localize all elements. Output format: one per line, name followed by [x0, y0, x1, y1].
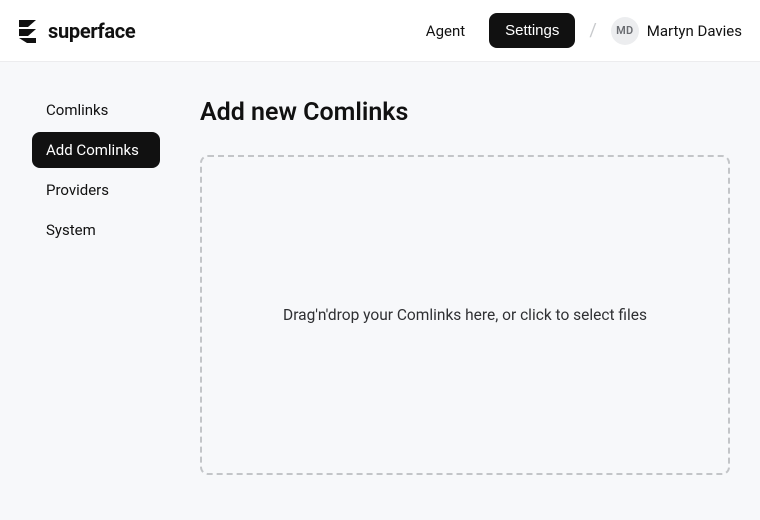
top-header: superface Agent Settings / MD Martyn Dav… [0, 0, 760, 62]
nav-agent[interactable]: Agent [416, 14, 475, 48]
brand-logo-icon [16, 17, 40, 45]
nav-settings[interactable]: Settings [489, 13, 575, 48]
main-content: Add new Comlinks Drag'n'drop your Comlin… [200, 92, 760, 475]
header-right: Agent Settings / MD Martyn Davies [416, 13, 742, 48]
user-menu[interactable]: MD Martyn Davies [611, 17, 742, 45]
sidebar-item-comlinks[interactable]: Comlinks [32, 92, 160, 128]
sidebar-item-add-comlinks[interactable]: Add Comlinks [32, 132, 160, 168]
brand-logo[interactable]: superface [16, 17, 135, 45]
dropzone-text: Drag'n'drop your Comlinks here, or click… [283, 306, 647, 324]
page-title: Add new Comlinks [200, 98, 730, 127]
sidebar: Comlinks Add Comlinks Providers System [0, 92, 160, 475]
comlinks-dropzone[interactable]: Drag'n'drop your Comlinks here, or click… [200, 155, 730, 475]
avatar: MD [611, 17, 639, 45]
separator-slash-icon: / [589, 20, 596, 41]
brand-name: superface [48, 19, 135, 43]
sidebar-item-system[interactable]: System [32, 212, 160, 248]
sidebar-item-providers[interactable]: Providers [32, 172, 160, 208]
layout: Comlinks Add Comlinks Providers System A… [0, 62, 760, 475]
user-name: Martyn Davies [647, 22, 742, 40]
